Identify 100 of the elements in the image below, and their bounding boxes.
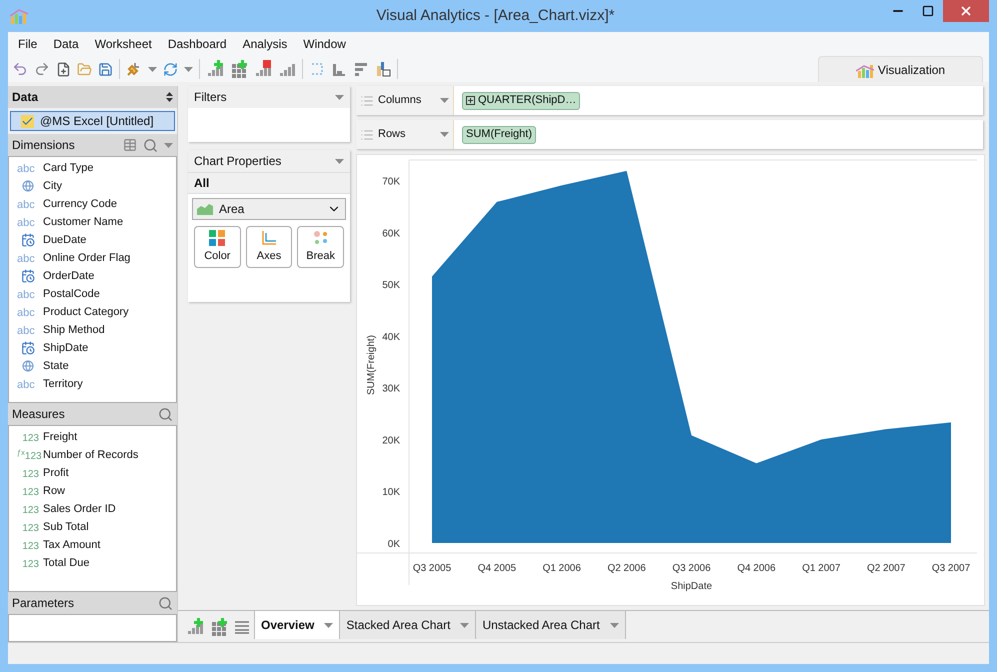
property-button[interactable]: Color xyxy=(194,226,241,268)
rotate-dashed-icon[interactable] xyxy=(309,61,325,77)
search-icon[interactable] xyxy=(158,406,173,422)
pill-label: SUM(Freight) xyxy=(466,127,532,142)
text-type-label: abc xyxy=(17,325,35,337)
table-icon[interactable] xyxy=(123,138,137,152)
field-pill[interactable]: QUARTER(ShipD… xyxy=(462,92,580,110)
text-type-label: abc xyxy=(17,217,35,229)
dropdown-arrow-icon[interactable] xyxy=(440,98,449,103)
dropdown-arrow-icon[interactable] xyxy=(164,142,173,148)
sort-ascending-icon[interactable] xyxy=(331,61,347,77)
dropdown-arrow-icon[interactable] xyxy=(335,158,344,164)
bar-chart-add-icon[interactable] xyxy=(186,618,204,636)
dimension-field[interactable]: City xyxy=(43,178,62,194)
dots-icon xyxy=(312,230,329,246)
menu-item[interactable]: Analysis xyxy=(242,35,288,53)
list-icon[interactable] xyxy=(234,620,250,634)
presentation-icon[interactable] xyxy=(375,61,391,77)
search-icon[interactable] xyxy=(143,138,158,152)
number-type-label: 123 xyxy=(22,523,39,534)
menu-item[interactable]: Dashboard xyxy=(168,35,227,53)
dropdown-arrow-icon[interactable] xyxy=(324,622,334,628)
grid-plus-icon[interactable] xyxy=(210,618,228,636)
area-chart-icon xyxy=(197,203,213,215)
plug-icon[interactable] xyxy=(126,61,142,77)
panel-title: Chart Properties xyxy=(194,153,282,170)
dropdown-arrow-icon[interactable] xyxy=(610,622,619,628)
sheet-tab[interactable]: Overview xyxy=(254,611,340,639)
dimension-field[interactable]: PostalCode xyxy=(43,286,100,302)
mark-type-dropdown[interactable]: Area xyxy=(192,198,346,220)
text-type-label: abc xyxy=(17,253,35,265)
measure-field[interactable]: Number of Records xyxy=(43,446,138,464)
pill-label: QUARTER(ShipD… xyxy=(478,93,576,108)
dimension-field[interactable]: State xyxy=(43,358,69,374)
close-button[interactable] xyxy=(943,0,989,22)
search-icon[interactable] xyxy=(158,596,173,610)
menu-item[interactable]: Worksheet xyxy=(94,35,152,53)
calendar-icon xyxy=(21,269,35,283)
property-button[interactable]: Break xyxy=(297,226,344,268)
y-tick-label: 40K xyxy=(382,332,400,343)
bar-chart-remove-icon[interactable] xyxy=(254,60,272,78)
measure-field[interactable]: Freight xyxy=(43,428,78,446)
x-axis-title: ShipDate xyxy=(670,581,712,592)
dimension-field[interactable]: Customer Name xyxy=(43,214,124,230)
expand-icon[interactable] xyxy=(466,96,475,105)
dimension-field[interactable]: Card Type xyxy=(43,160,94,176)
caret-icon[interactable] xyxy=(184,66,193,72)
menu-item[interactable]: File xyxy=(18,35,38,53)
field-pill[interactable]: SUM(Freight) xyxy=(462,126,536,144)
dropdown-arrow-icon[interactable] xyxy=(335,94,344,100)
maximize-icon xyxy=(922,5,934,17)
save-icon[interactable] xyxy=(98,62,113,76)
new-file-icon[interactable] xyxy=(56,62,71,76)
menu-item[interactable]: Data xyxy=(53,35,79,53)
text-type-label: abc xyxy=(17,379,35,391)
y-tick-label: 70K xyxy=(382,176,400,188)
bar-chart-add-icon[interactable] xyxy=(206,60,224,78)
caret-icon[interactable] xyxy=(148,66,157,72)
undo-icon[interactable] xyxy=(12,61,28,77)
dimension-field[interactable]: Product Category xyxy=(43,304,129,320)
measure-field[interactable]: Sales Order ID xyxy=(43,500,116,518)
dimension-field[interactable]: Ship Method xyxy=(43,322,105,338)
dimension-field[interactable]: DueDate xyxy=(43,232,86,248)
data-source-item[interactable]: @MS Excel [Untitled] xyxy=(10,111,175,131)
x-tick-label: Q1 2006 xyxy=(542,563,581,574)
number-type-label: 123 xyxy=(22,541,39,552)
redo-icon[interactable] xyxy=(34,61,50,77)
grid-plus-icon[interactable] xyxy=(230,60,248,78)
measure-field[interactable]: Sub Total xyxy=(43,518,89,536)
y-tick-label: 30K xyxy=(382,384,400,395)
x-tick-label: Q2 2006 xyxy=(607,563,646,574)
refresh-icon[interactable] xyxy=(163,62,178,76)
dimension-field[interactable]: Online Order Flag xyxy=(43,250,130,266)
measure-field[interactable]: Total Due xyxy=(43,554,90,572)
panel-title: Dimensions xyxy=(12,137,75,154)
dimension-field[interactable]: ShipDate xyxy=(43,340,88,356)
measure-field[interactable]: Tax Amount xyxy=(43,536,100,554)
sheet-tab[interactable]: Stacked Area Chart xyxy=(340,611,476,639)
dimension-field[interactable]: Territory xyxy=(43,376,83,392)
dropdown-arrow-icon[interactable] xyxy=(440,132,449,137)
axes-icon xyxy=(261,230,277,246)
text-type-label: abc xyxy=(17,199,35,211)
measure-field[interactable]: Row xyxy=(43,482,66,500)
property-button[interactable]: Axes xyxy=(246,226,292,268)
globe-icon xyxy=(22,360,34,372)
panel-title: Filters xyxy=(194,89,227,106)
panel-title: Data xyxy=(12,89,38,106)
measure-field[interactable]: Profit xyxy=(43,464,69,482)
dimension-field[interactable]: Currency Code xyxy=(43,196,117,212)
folder-icon[interactable] xyxy=(77,62,92,76)
sort-bars-icon[interactable] xyxy=(353,61,369,77)
dimension-field[interactable]: OrderDate xyxy=(43,268,94,284)
y-axis-title: SUM(Freight) xyxy=(366,335,377,395)
visualization-tab[interactable]: Visualization xyxy=(818,56,983,82)
y-tick-label: 20K xyxy=(382,435,400,446)
menu-item[interactable]: Window xyxy=(303,35,346,53)
sort-arrows-icon[interactable] xyxy=(166,92,173,102)
checked-document-icon xyxy=(21,114,34,128)
dropdown-arrow-icon[interactable] xyxy=(460,622,470,628)
sheet-tab[interactable]: Unstacked Area Chart xyxy=(476,611,626,639)
